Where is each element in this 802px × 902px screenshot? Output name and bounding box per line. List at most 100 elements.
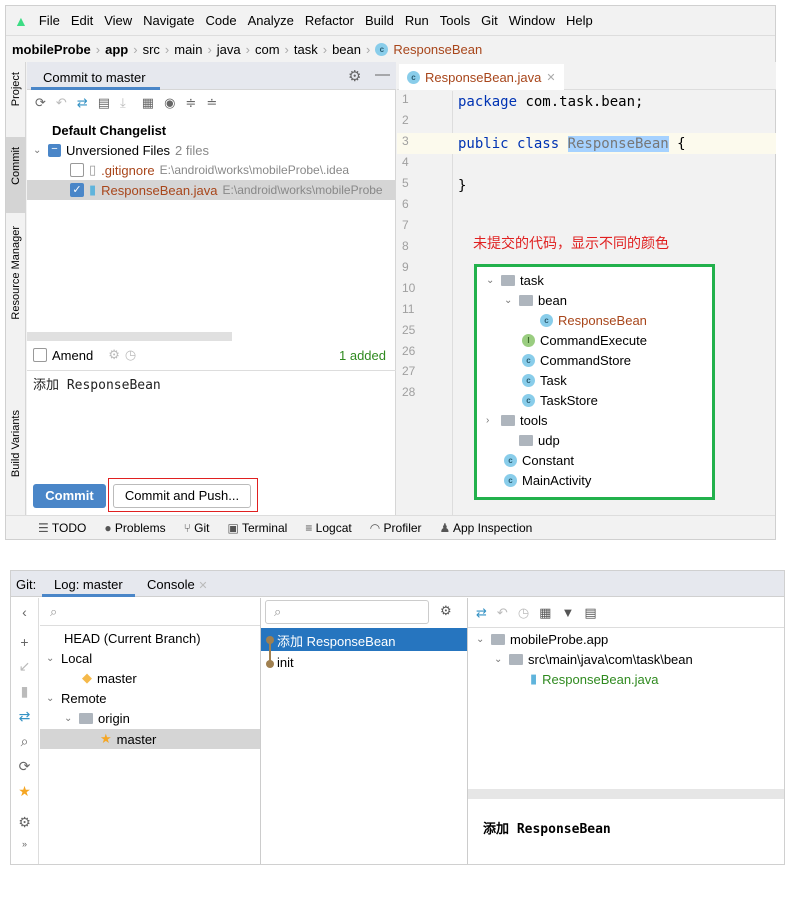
menu-code[interactable]: Code [205, 13, 236, 28]
chevron-icon[interactable]: ⌄ [486, 275, 496, 286]
group-by-icon[interactable]: ▦ [539, 605, 551, 621]
view-options-icon[interactable]: ◉ [164, 95, 175, 111]
unversioned-group[interactable]: ⌄ − Unversioned Files 2 files [33, 140, 209, 160]
back-icon[interactable]: ‹ [22, 604, 27, 620]
tree-item[interactable]: c ResponseBean [540, 310, 647, 330]
history-icon[interactable]: ◷ [518, 605, 529, 621]
tool-window-terminal[interactable]: ▣ Terminal [228, 521, 288, 535]
menu-view[interactable]: View [104, 13, 132, 28]
tool-window-logcat[interactable]: ≡ Logcat [305, 521, 351, 535]
menu-analyze[interactable]: Analyze [248, 13, 294, 28]
file-row[interactable]: ▯ .gitignore E:\android\works\mobileProb… [70, 160, 349, 180]
changelist-name[interactable]: Default Changelist [52, 123, 166, 138]
tree-item[interactable]: ⌄ bean [504, 290, 567, 310]
tab-log[interactable]: Log: master [54, 577, 123, 592]
tool-window-problems[interactable]: ● Problems [104, 521, 165, 535]
menu-git[interactable]: Git [481, 13, 498, 28]
details-splitter[interactable] [468, 789, 784, 799]
tree-item[interactable]: ⌄ task [486, 270, 544, 290]
expand-all-icon[interactable]: ≑ [185, 95, 196, 111]
branch-remote-master[interactable]: ★ master [100, 729, 156, 749]
rollback-icon[interactable]: ↶ [56, 95, 67, 111]
favorite-star-icon[interactable]: ★ [18, 783, 31, 800]
tree-item[interactable]: c Task [522, 370, 567, 390]
minimize-icon[interactable]: — [375, 66, 390, 83]
more-icon[interactable]: » [22, 839, 27, 849]
checkbox[interactable] [70, 163, 84, 177]
settings-icon[interactable]: ⚙ [18, 814, 31, 831]
breadcrumb-item[interactable]: ResponseBean [393, 42, 482, 57]
revert-icon[interactable]: ↶ [497, 605, 508, 621]
checkout-icon[interactable]: ↙ [19, 658, 31, 675]
settings-icon[interactable]: ⚙ [108, 347, 120, 363]
diff-icon[interactable]: ⇄ [77, 95, 88, 111]
breadcrumb-item[interactable]: task [294, 42, 318, 57]
tree-item[interactable]: › tools [486, 410, 547, 430]
breadcrumb-item[interactable]: com [255, 42, 280, 57]
add-icon[interactable]: + [20, 634, 28, 650]
collapse-all-icon[interactable]: ≐ [206, 95, 217, 111]
breadcrumb-item[interactable]: src [143, 42, 160, 57]
code-line-1[interactable]: package com.task.bean; [458, 94, 643, 110]
menu-edit[interactable]: Edit [71, 13, 93, 28]
tool-window-git[interactable]: ⑂ Git [184, 521, 210, 535]
chevron-icon[interactable]: ⌄ [504, 295, 514, 306]
tree-item[interactable]: c Constant [504, 450, 574, 470]
gear-icon[interactable]: ⚙ [348, 67, 361, 85]
layout-icon[interactable]: ▤ [584, 605, 596, 621]
group-checkbox[interactable]: − [48, 143, 61, 157]
group-by-icon[interactable]: ▦ [142, 95, 154, 111]
commit-and-push-button[interactable]: Commit and Push... [113, 484, 251, 508]
tree-item[interactable]: c MainActivity [504, 470, 591, 490]
commit-title-tab[interactable]: Commit to master [43, 70, 146, 85]
amend-checkbox[interactable] [33, 348, 47, 362]
tree-item[interactable]: c CommandStore [522, 350, 631, 370]
menu-build[interactable]: Build [365, 13, 394, 28]
delete-icon[interactable]: ▮ [21, 683, 29, 700]
branch-group-origin[interactable]: ⌄ origin [64, 708, 130, 728]
commit-row-selected[interactable]: 添加 ResponseBean [261, 628, 467, 651]
tool-window-app-inspection[interactable]: ♟ App Inspection [440, 521, 533, 535]
tab-console[interactable]: Console ✕ [147, 577, 208, 592]
file-row[interactable]: ✓ ▮ ResponseBean.java E:\android\works\m… [70, 180, 395, 200]
branch-group-remote[interactable]: ⌄ Remote [46, 688, 107, 708]
refresh-icon[interactable]: ⟳ [35, 95, 46, 111]
changes-file[interactable]: ▮ ResponseBean.java [530, 669, 659, 689]
breadcrumb-item[interactable]: mobileProbe [12, 42, 91, 57]
menu-help[interactable]: Help [566, 13, 593, 28]
tree-item[interactable]: udp [504, 430, 560, 450]
tree-item[interactable]: I CommandExecute [522, 330, 647, 350]
branch-local-master[interactable]: ◆ master [82, 668, 137, 688]
close-icon[interactable]: ✕ [198, 580, 207, 592]
menu-window[interactable]: Window [509, 13, 555, 28]
editor-tab[interactable]: c ResponseBean.java ✕ [399, 64, 564, 90]
side-tab-commit[interactable]: Commit [10, 147, 22, 185]
commit-message-input[interactable]: 添加 ResponseBean [33, 374, 161, 393]
breadcrumb-item[interactable]: java [217, 42, 241, 57]
shelve-icon[interactable]: ▤ [98, 95, 110, 111]
changes-dir[interactable]: ⌄ src\main\java\com\task\bean [494, 649, 693, 669]
side-tab-project[interactable]: Project [10, 72, 22, 106]
diff-icon[interactable]: ⇄ [476, 605, 487, 621]
log-settings-icon[interactable]: ⚙ [440, 603, 452, 619]
menu-navigate[interactable]: Navigate [143, 13, 194, 28]
horizontal-scrollbar[interactable] [27, 332, 232, 341]
code-line-5[interactable]: } [458, 178, 466, 194]
side-tab-resource-manager[interactable]: Resource Manager [10, 226, 22, 320]
search-icon[interactable]: ⌕ [21, 733, 29, 750]
branch-head[interactable]: HEAD (Current Branch) [64, 628, 201, 648]
refresh-icon[interactable]: ⟳ [19, 758, 31, 775]
menu-file[interactable]: File [39, 13, 60, 28]
side-tab-build-variants[interactable]: Build Variants [10, 410, 22, 477]
breadcrumb-item[interactable]: app [105, 42, 128, 57]
tool-window-todo[interactable]: ☰ TODO [38, 521, 86, 535]
changes-module[interactable]: ⌄ mobileProbe.app [476, 629, 608, 649]
chevron-icon[interactable]: › [486, 415, 496, 426]
checkbox-checked[interactable]: ✓ [70, 183, 84, 197]
history-icon[interactable]: ◷ [125, 347, 136, 363]
code-line-3[interactable]: public class ResponseBean { [458, 136, 686, 152]
commit-button[interactable]: Commit [33, 484, 106, 508]
amend-label[interactable]: Amend [52, 348, 93, 363]
download-icon[interactable]: ⤓ [120, 95, 126, 111]
tool-window-profiler[interactable]: ◠ Profiler [370, 521, 422, 535]
